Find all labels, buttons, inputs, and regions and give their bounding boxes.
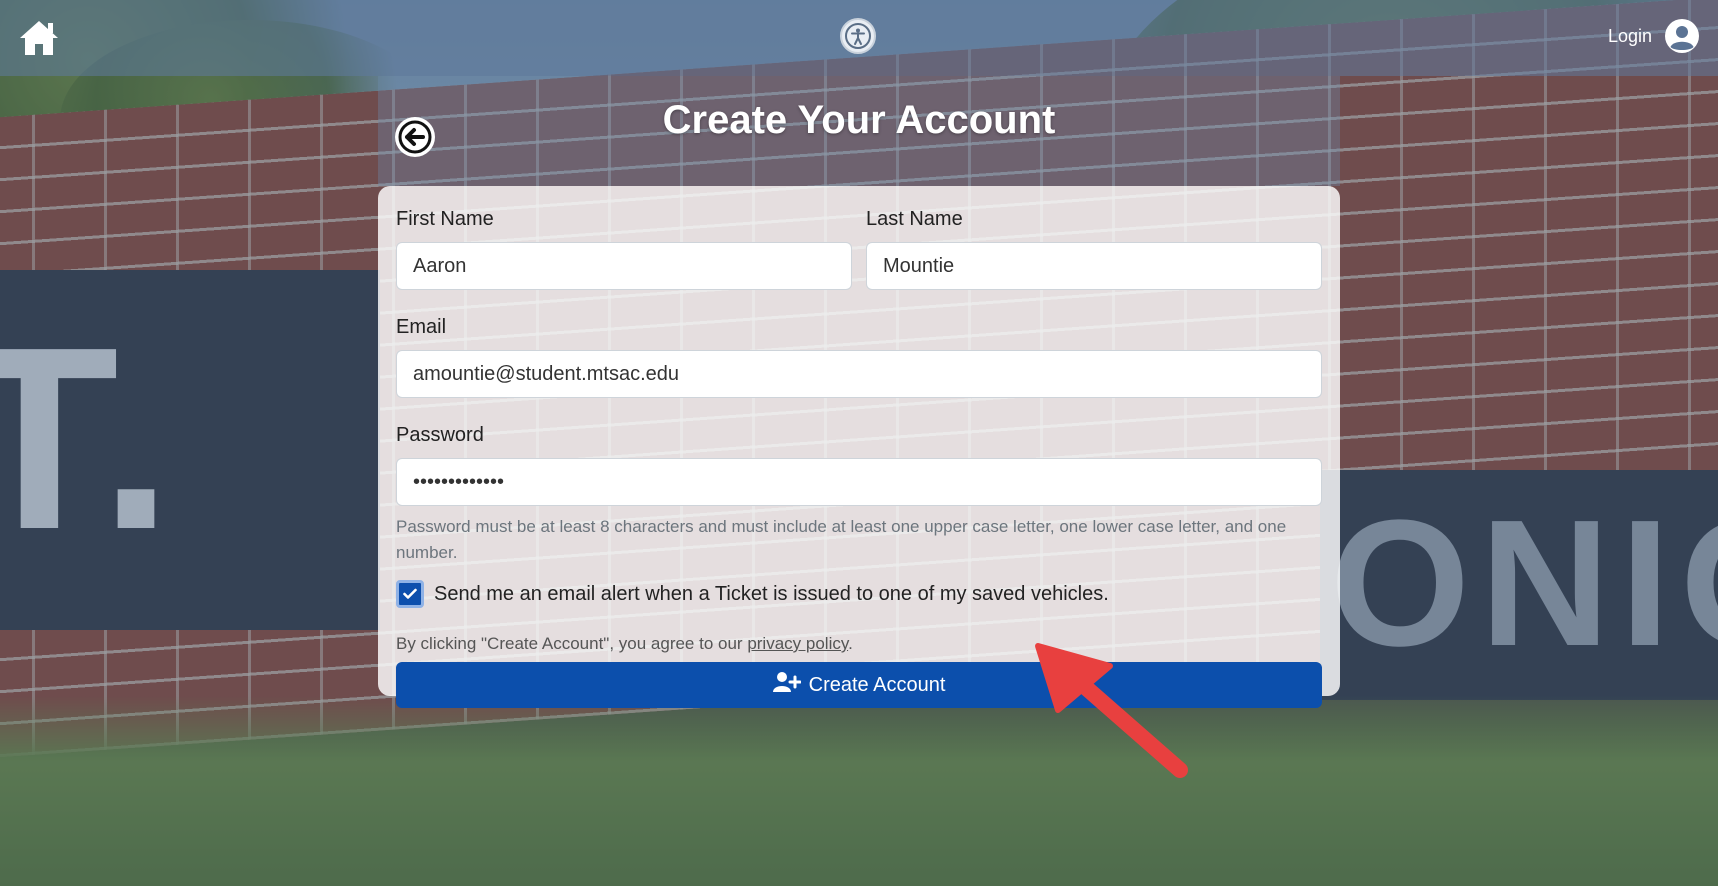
login-label: Login [1607, 25, 1652, 46]
privacy-policy-link[interactable]: privacy policy [747, 634, 848, 653]
create-account-label: Create Account [808, 673, 946, 696]
first-name-input[interactable]: Aaron [396, 242, 852, 290]
email-label: Email [396, 316, 447, 338]
email-alert-option: Send me an email alert when a Ticket is … [396, 580, 1322, 608]
password-label: Password [396, 424, 484, 446]
email-input[interactable]: amountie@student.mtsac.edu [396, 350, 1322, 398]
home-icon[interactable] [18, 18, 60, 58]
first-name-label: First Name [396, 208, 494, 230]
accessibility-icon[interactable] [840, 18, 876, 54]
last-name-label: Last Name [866, 208, 963, 230]
last-name-input[interactable]: Mountie [866, 242, 1322, 290]
top-nav: Login [0, 0, 1718, 76]
create-account-button[interactable]: Create Account [396, 662, 1322, 708]
password-input[interactable]: ••••••••••••• [396, 458, 1322, 506]
password-hint: Password must be at least 8 characters a… [396, 517, 1287, 562]
user-plus-icon [772, 671, 802, 699]
email-alert-label[interactable]: Send me an email alert when a Ticket is … [434, 583, 1109, 606]
user-circle-icon [1664, 18, 1700, 54]
agreement-text: By clicking "Create Account", you agree … [396, 634, 1322, 654]
check-icon [403, 588, 417, 599]
page-title: Create Your Account [662, 98, 1056, 142]
create-account-form: First Name Aaron Last Name Mountie Email… [378, 186, 1340, 708]
agreement-suffix: . [848, 634, 853, 653]
login-link[interactable]: Login [1608, 18, 1700, 54]
agreement-prefix: By clicking "Create Account", you agree … [396, 634, 748, 653]
email-alert-checkbox[interactable] [396, 580, 424, 608]
